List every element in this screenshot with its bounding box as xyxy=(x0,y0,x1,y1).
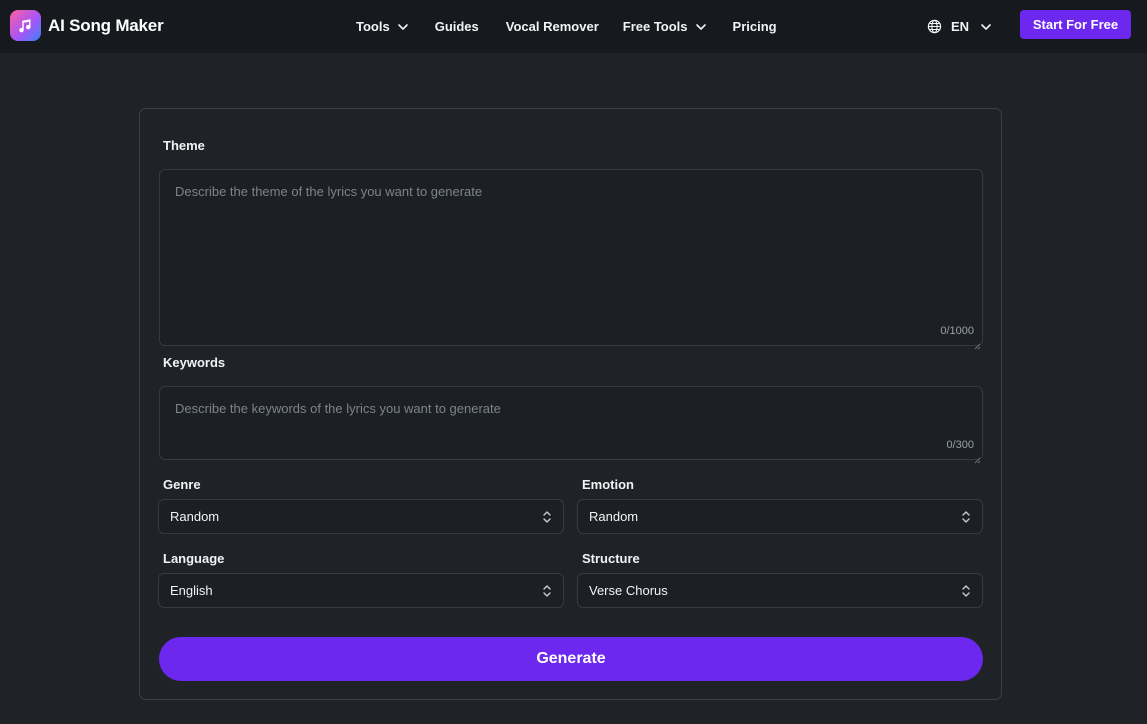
emotion-select[interactable]: Random xyxy=(577,499,983,534)
structure-value: Verse Chorus xyxy=(589,583,668,598)
emotion-value: Random xyxy=(589,509,639,524)
top-navigation-bar: AI Song Maker Tools Guides Vocal Remover… xyxy=(0,0,1147,53)
genre-select[interactable]: Random xyxy=(158,499,564,534)
music-note-icon xyxy=(10,10,41,41)
theme-textarea[interactable]: Describe the theme of the lyrics you wan… xyxy=(159,169,983,350)
language-code: EN xyxy=(951,19,970,34)
nav-pricing[interactable]: Pricing xyxy=(733,19,777,34)
nav-guides[interactable]: Guides xyxy=(435,19,479,34)
language-selector[interactable]: EN xyxy=(927,0,991,53)
chevron-up-down-icon xyxy=(542,510,552,524)
keywords-char-counter: 0/300 xyxy=(946,439,974,451)
brand[interactable]: AI Song Maker xyxy=(10,10,164,41)
keywords-textarea[interactable]: Describe the keywords of the lyrics you … xyxy=(159,386,983,464)
chevron-down-icon xyxy=(695,23,706,30)
language-label: Language xyxy=(163,551,225,566)
lyrics-generator-form: Theme Describe the theme of the lyrics y… xyxy=(139,108,1002,700)
nav-free-tools-label: Free Tools xyxy=(622,19,688,34)
emotion-label: Emotion xyxy=(582,477,634,492)
theme-placeholder: Describe the theme of the lyrics you wan… xyxy=(175,184,483,199)
nav-free-tools[interactable]: Free Tools xyxy=(623,19,706,34)
keywords-placeholder: Describe the keywords of the lyrics you … xyxy=(175,401,501,416)
theme-char-counter: 0/1000 xyxy=(940,325,974,337)
brand-name: AI Song Maker xyxy=(48,15,164,35)
resize-handle-icon[interactable] xyxy=(974,337,981,350)
theme-label: Theme xyxy=(163,138,205,153)
chevron-up-down-icon xyxy=(961,584,971,598)
main-nav: Tools Guides Vocal Remover Free Tools Pr… xyxy=(356,0,777,53)
genre-value: Random xyxy=(170,509,220,524)
chevron-up-down-icon xyxy=(961,510,971,524)
start-for-free-button[interactable]: Start For Free xyxy=(1020,10,1131,39)
chevron-down-icon xyxy=(981,23,991,30)
chevron-up-down-icon xyxy=(542,584,552,598)
generate-button[interactable]: Generate xyxy=(159,637,983,681)
chevron-down-icon xyxy=(397,23,408,30)
structure-select[interactable]: Verse Chorus xyxy=(577,573,983,608)
nav-vocal-remover[interactable]: Vocal Remover xyxy=(506,19,599,34)
structure-label: Structure xyxy=(582,551,640,566)
language-value: English xyxy=(170,583,213,598)
genre-label: Genre xyxy=(163,477,201,492)
nav-tools-label: Tools xyxy=(356,19,390,34)
language-select[interactable]: English xyxy=(158,573,564,608)
keywords-label: Keywords xyxy=(163,355,226,370)
nav-tools[interactable]: Tools xyxy=(356,19,408,34)
resize-handle-icon[interactable] xyxy=(974,451,981,464)
globe-icon xyxy=(927,19,942,34)
